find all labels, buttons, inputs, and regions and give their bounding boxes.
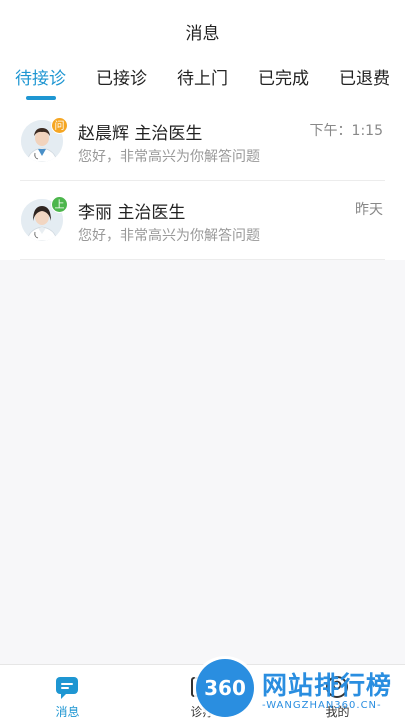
message-time: 昨天 [355, 202, 383, 218]
watermark-text: 网站排行榜 [262, 671, 393, 700]
message-preview: 您好，非常高兴为你解答问题 [78, 228, 260, 244]
row-divider [20, 259, 385, 260]
tab-bar: 待接诊 已接诊 待上门 已完成 已退费 [0, 64, 405, 102]
nav-label: 消息 [55, 705, 80, 719]
doctor-name: 李丽 主治医生 [78, 203, 186, 223]
watermark-subtext: -WANGZHAN360.CN- [262, 700, 382, 711]
message-icon [56, 677, 78, 699]
top-bar: 消息 待接诊 已接诊 待上门 已完成 已退费 [0, 0, 405, 102]
status-badge: 问 [51, 117, 68, 134]
page-title: 消息 [185, 24, 220, 44]
list-item[interactable]: 问 赵晨辉 主治医生 下午：1:15 您好，非常高兴为你解答问题 [0, 102, 405, 181]
active-tab-indicator [26, 96, 56, 100]
tab-refunded[interactable]: 已退费 [324, 64, 405, 102]
tab-home-visit[interactable]: 待上门 [162, 64, 243, 102]
watermark-logo: 360 [196, 659, 254, 717]
tab-accepted[interactable]: 已接诊 [81, 64, 162, 102]
doctor-name: 赵晨辉 主治医生 [78, 124, 203, 144]
nav-messages[interactable]: 消息 [0, 665, 135, 720]
message-time: 下午：1:15 [309, 123, 383, 139]
message-preview: 您好，非常高兴为你解答问题 [78, 149, 260, 165]
list-item[interactable]: 上 李丽 主治医生 昨天 您好，非常高兴为你解答问题 [0, 181, 405, 260]
status-badge: 上 [51, 196, 68, 213]
watermark: 360 网站排行榜 -WANGZHAN360.CN- [196, 656, 405, 720]
message-list: 问 赵晨辉 主治医生 下午：1:15 您好，非常高兴为你解答问题 上 李丽 主治… [0, 102, 405, 260]
tab-completed[interactable]: 已完成 [243, 64, 324, 102]
